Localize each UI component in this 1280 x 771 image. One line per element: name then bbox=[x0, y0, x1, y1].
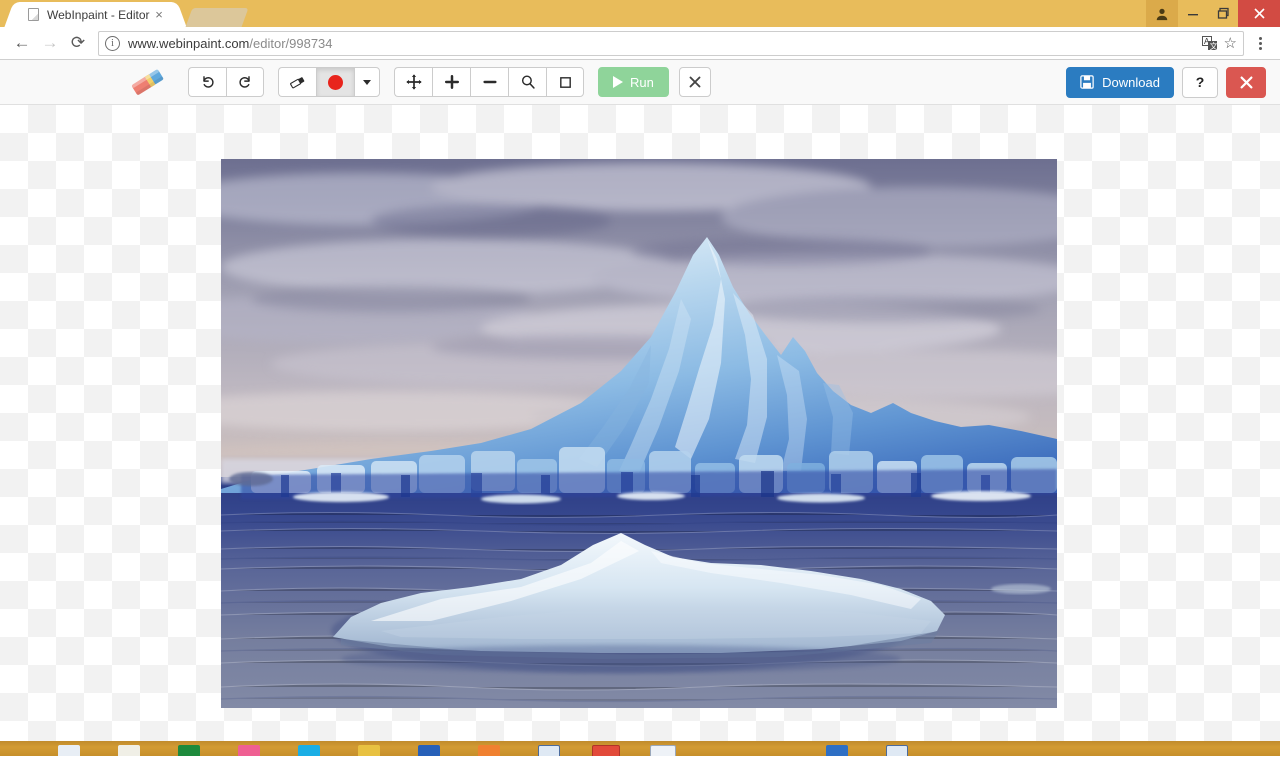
undo-button[interactable] bbox=[188, 67, 226, 97]
taskbar-icon[interactable] bbox=[418, 745, 440, 756]
new-tab-button[interactable] bbox=[185, 8, 249, 27]
minimize-button[interactable] bbox=[1178, 0, 1208, 27]
zoom-in-button[interactable] bbox=[432, 67, 470, 97]
download-button[interactable]: Download bbox=[1066, 66, 1174, 98]
address-bar-actions: A 文 ☆ bbox=[1201, 34, 1237, 52]
move-tool-button[interactable] bbox=[394, 67, 432, 97]
taskbar-icon[interactable] bbox=[538, 745, 560, 756]
url-path: /editor/998734 bbox=[249, 35, 333, 51]
chevron-down-icon bbox=[363, 79, 371, 85]
eraser-tool-button[interactable] bbox=[278, 67, 316, 97]
svg-text:文: 文 bbox=[1209, 41, 1217, 51]
red-dot-icon bbox=[328, 74, 343, 90]
bookmark-star-icon[interactable]: ☆ bbox=[1224, 34, 1237, 52]
view-tool-group bbox=[394, 67, 584, 97]
translate-icon[interactable]: A 文 bbox=[1201, 35, 1218, 51]
window-controls bbox=[1146, 0, 1280, 27]
taskbar-icon[interactable] bbox=[358, 745, 380, 756]
run-button[interactable]: Run bbox=[598, 67, 669, 97]
download-label: Download bbox=[1102, 74, 1160, 90]
taskbar-icon[interactable] bbox=[298, 745, 320, 756]
url-text: www.webinpaint.com/editor/998734 bbox=[128, 36, 1202, 51]
play-icon bbox=[613, 76, 623, 88]
reload-icon[interactable]: ⟳ bbox=[64, 29, 92, 57]
tab-title: WebInpaint - Editor bbox=[47, 7, 150, 22]
taskbar-icon[interactable] bbox=[650, 745, 676, 756]
profile-icon[interactable] bbox=[1146, 0, 1178, 27]
taskbar-icon[interactable] bbox=[178, 745, 200, 756]
maximize-button[interactable] bbox=[1208, 0, 1238, 27]
browser-toolbar: ← → ⟳ i www.webinpaint.com/editor/998734… bbox=[0, 27, 1280, 60]
url-domain: www.webinpaint.com bbox=[128, 35, 250, 51]
window-close-button[interactable] bbox=[1238, 0, 1280, 27]
webinpaint-logo-icon[interactable] bbox=[126, 67, 170, 97]
editor-canvas-area[interactable] bbox=[0, 105, 1280, 756]
menu-dot bbox=[1258, 36, 1262, 40]
brush-options-button[interactable] bbox=[354, 67, 380, 97]
taskbar-icon[interactable] bbox=[886, 745, 908, 756]
brush-color-button[interactable] bbox=[316, 67, 354, 97]
os-taskbar[interactable] bbox=[0, 741, 1280, 756]
back-icon[interactable]: ← bbox=[8, 29, 36, 57]
address-bar[interactable]: i www.webinpaint.com/editor/998734 A 文 ☆ bbox=[98, 30, 1244, 56]
forward-icon[interactable]: → bbox=[36, 29, 64, 57]
page-icon bbox=[28, 8, 39, 21]
taskbar-icon[interactable] bbox=[238, 745, 260, 756]
menu-dot bbox=[1258, 46, 1262, 50]
save-disk-icon bbox=[1080, 75, 1094, 89]
browser-titlebar: WebInpaint - Editor × bbox=[0, 0, 1280, 27]
taskbar-icon[interactable] bbox=[592, 745, 620, 756]
run-label: Run bbox=[630, 74, 654, 90]
site-info-icon[interactable]: i bbox=[105, 35, 120, 51]
cancel-run-button[interactable] bbox=[678, 67, 711, 97]
help-button[interactable]: ? bbox=[1182, 66, 1218, 98]
editor-toolbar: Run Download ? bbox=[0, 60, 1280, 105]
chrome-menu-icon[interactable] bbox=[1248, 29, 1272, 57]
toolbar-right-group: Download ? bbox=[1066, 66, 1266, 98]
iceberg-photo[interactable] bbox=[221, 159, 1057, 708]
editor-close-button[interactable] bbox=[1226, 66, 1266, 98]
redo-button[interactable] bbox=[226, 67, 264, 97]
taskbar-icon[interactable] bbox=[118, 745, 140, 756]
fit-to-screen-button[interactable] bbox=[546, 67, 584, 97]
taskbar-icon[interactable] bbox=[58, 745, 80, 756]
history-tool-group bbox=[188, 67, 264, 97]
menu-dot bbox=[1258, 41, 1262, 45]
tab-close-icon[interactable]: × bbox=[151, 7, 167, 23]
taskbar-icon[interactable] bbox=[826, 745, 848, 756]
zoom-out-button[interactable] bbox=[470, 67, 508, 97]
taskbar-icon[interactable] bbox=[478, 745, 500, 756]
magnifier-button[interactable] bbox=[508, 67, 546, 97]
browser-tab[interactable]: WebInpaint - Editor × bbox=[18, 2, 173, 27]
draw-tool-group bbox=[278, 67, 380, 97]
